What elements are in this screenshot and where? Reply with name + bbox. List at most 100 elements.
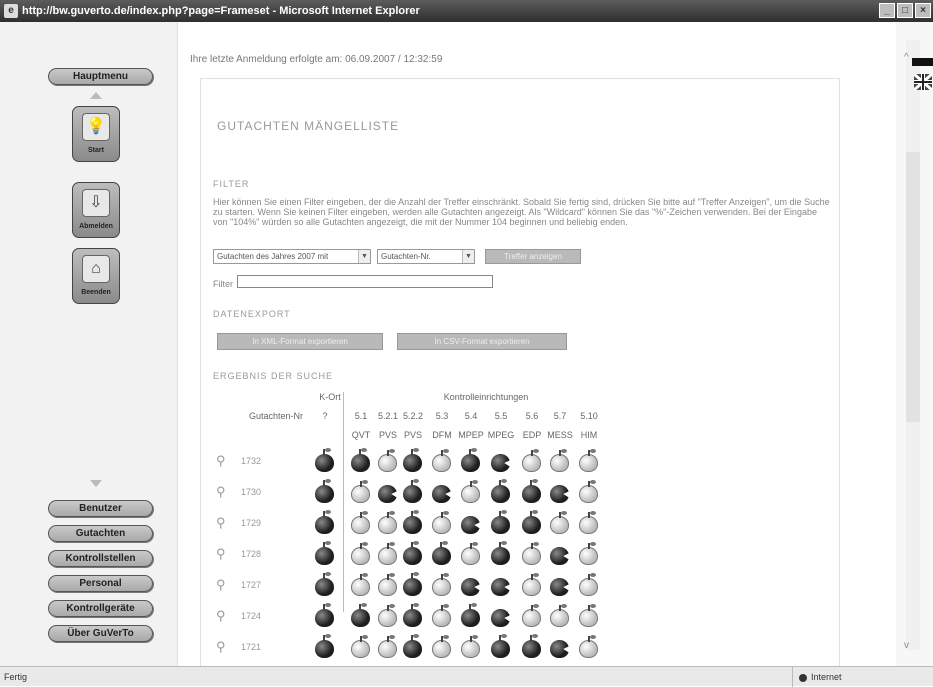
column-code: 5.6 — [520, 411, 544, 421]
menu-personal[interactable]: Personal — [48, 575, 153, 592]
status-apple-icon — [378, 640, 397, 658]
beenden-label: Beenden — [73, 289, 119, 296]
status-apple-icon — [550, 516, 569, 534]
menu-gutachten[interactable]: Gutachten — [48, 525, 153, 542]
status-bar: Fertig Internet — [0, 666, 933, 686]
status-apple-icon — [315, 485, 334, 503]
status-apple-icon — [378, 516, 397, 534]
minimize-button[interactable]: _ — [879, 3, 895, 18]
scroll-thumb[interactable] — [906, 152, 920, 422]
status-apple-icon — [351, 516, 370, 534]
kort-header: K-Ort — [315, 392, 345, 402]
kontrolleinrichtungen-header: Kontrolleinrichtungen — [416, 392, 556, 402]
login-info: Ihre letzte Anmeldung erfolgte am: 06.09… — [190, 54, 442, 65]
scroll-down-arrow-icon[interactable]: v — [904, 640, 909, 651]
status-apple-icon — [461, 485, 480, 503]
magnifier-icon[interactable]: ⚲ — [216, 577, 226, 593]
sidebar: Hauptmenu 💡 Start ⇩ Abmelden ⌂ Beenden B… — [0, 22, 178, 666]
abmelden-tile[interactable]: ⇩ Abmelden — [72, 182, 120, 238]
column-code: 5.3 — [430, 411, 454, 421]
column-name: PVS — [399, 430, 427, 440]
exit-door-icon: ⌂ — [82, 255, 110, 283]
column-code: 5.2.2 — [401, 411, 425, 421]
status-apple-icon — [315, 516, 334, 534]
start-label: Start — [73, 147, 119, 154]
status-apple-icon — [491, 640, 510, 658]
scroll-up-arrow-icon[interactable]: ^ — [904, 52, 909, 63]
menu-kontrollgeraete[interactable]: Kontrollgeräte — [48, 600, 153, 617]
magnifier-icon[interactable]: ⚲ — [216, 515, 226, 531]
status-apple-icon — [378, 609, 397, 627]
magnifier-icon[interactable]: ⚲ — [216, 484, 226, 500]
close-button[interactable]: × — [915, 3, 931, 18]
magnifier-icon[interactable]: ⚲ — [216, 453, 226, 469]
gutachten-number[interactable]: 1727 — [241, 580, 261, 590]
lightbulb-icon: 💡 — [82, 113, 110, 141]
globe-icon — [799, 674, 807, 682]
status-apple-icon — [491, 485, 510, 503]
status-apple-icon — [403, 516, 422, 534]
export-xml-button[interactable]: In XML-Format exportieren — [217, 333, 383, 350]
gutachten-nr-header: Gutachten-Nr — [240, 411, 312, 421]
status-apple-icon — [378, 547, 397, 565]
status-apple-icon — [351, 485, 370, 503]
zone-indicator: Internet — [792, 667, 933, 687]
column-name: HIM — [575, 430, 603, 440]
filter-input[interactable] — [237, 275, 493, 288]
status-apple-icon — [491, 547, 510, 565]
menu-ueber-guverto[interactable]: Über GuVerTo — [48, 625, 153, 642]
status-apple-icon — [351, 547, 370, 565]
magnifier-icon[interactable]: ⚲ — [216, 546, 226, 562]
status-apple-icon — [579, 485, 598, 503]
status-apple-icon — [579, 609, 598, 627]
hauptmenu-button[interactable]: Hauptmenu — [48, 68, 153, 85]
scroll-up-icon[interactable] — [90, 92, 102, 99]
filter-description: Hier können Sie einen Filter eingeben, d… — [213, 197, 833, 227]
magnifier-icon[interactable]: ⚲ — [216, 608, 226, 624]
field-select-value: Gutachten-Nr. — [381, 252, 431, 261]
status-apple-icon — [378, 578, 397, 596]
column-code: 5.2.1 — [376, 411, 400, 421]
start-tile[interactable]: 💡 Start — [72, 106, 120, 162]
column-code: 5.10 — [577, 411, 601, 421]
scrollbar[interactable]: ^ v — [896, 22, 933, 666]
show-results-button[interactable]: Treffer anzeigen — [485, 249, 581, 264]
status-apple-icon — [315, 547, 334, 565]
export-csv-button[interactable]: In CSV-Format exportieren — [397, 333, 567, 350]
field-select[interactable]: Gutachten-Nr. ▼ — [377, 249, 475, 264]
status-apple-icon — [550, 454, 569, 472]
status-apple-icon — [522, 547, 541, 565]
status-apple-icon — [579, 547, 598, 565]
status-apple-icon — [351, 454, 370, 472]
menu-benutzer[interactable]: Benutzer — [48, 500, 153, 517]
gutachten-number[interactable]: 1724 — [241, 611, 261, 621]
column-divider — [343, 392, 344, 612]
status-apple-icon — [522, 609, 541, 627]
status-apple-icon — [432, 578, 451, 596]
chevron-down-icon: ▼ — [462, 250, 474, 263]
results-heading: ERGEBNIS DER SUCHE — [213, 371, 333, 381]
status-apple-icon — [522, 485, 541, 503]
gutachten-number[interactable]: 1730 — [241, 487, 261, 497]
gutachten-number[interactable]: 1732 — [241, 456, 261, 466]
gutachten-number[interactable]: 1729 — [241, 518, 261, 528]
maximize-button[interactable]: □ — [897, 3, 913, 18]
status-apple-icon — [403, 485, 422, 503]
status-apple-icon — [403, 578, 422, 596]
filter-label: Filter — [213, 279, 233, 289]
status-apple-icon — [403, 454, 422, 472]
column-code: ? — [313, 411, 337, 421]
beenden-tile[interactable]: ⌂ Beenden — [72, 248, 120, 304]
scroll-down-icon[interactable] — [90, 480, 102, 487]
gutachten-number[interactable]: 1721 — [241, 642, 261, 652]
status-apple-icon — [351, 578, 370, 596]
gutachten-number[interactable]: 1728 — [241, 549, 261, 559]
status-apple-icon — [522, 578, 541, 596]
magnifier-icon[interactable]: ⚲ — [216, 639, 226, 655]
column-name: MPEP — [457, 430, 485, 440]
status-apple-icon — [579, 454, 598, 472]
status-apple-icon — [461, 640, 480, 658]
year-select[interactable]: Gutachten des Jahres 2007 mit ▼ — [213, 249, 371, 264]
menu-kontrollstellen[interactable]: Kontrollstellen — [48, 550, 153, 567]
uk-flag-icon[interactable] — [914, 74, 932, 90]
